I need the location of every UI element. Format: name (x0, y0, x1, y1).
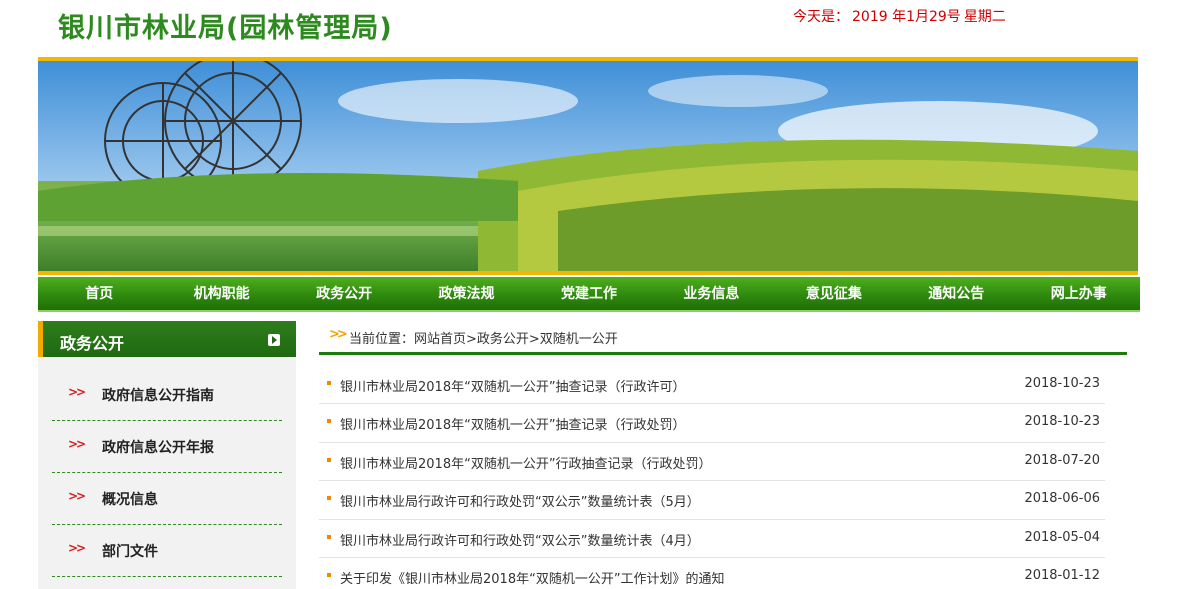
sidebar-item-overview[interactable]: >> 概况信息 (52, 473, 282, 525)
article-title[interactable]: 银川市林业局2018年“双随机一公开”抽查记录（行政处罚） (340, 414, 686, 433)
double-arrow-icon: >> (68, 385, 86, 399)
nav-policies[interactable]: 政策法规 (405, 277, 527, 310)
article-title[interactable]: 银川市林业局行政许可和行政处罚“双公示”数量统计表（5月） (340, 491, 700, 510)
date-prefix: 今天是： (793, 9, 849, 25)
bullet-icon (327, 457, 331, 462)
weekday: 星期二 (963, 9, 1006, 25)
article-date: 2018-05-04 (1024, 529, 1100, 545)
sidebar-item-label: 部门文件 (102, 544, 158, 560)
list-item[interactable]: 银川市林业局行政许可和行政处罚“双公示”数量统计表（5月） 2018-06-06 (319, 481, 1105, 520)
article-title[interactable]: 银川市林业局2018年“双随机一公开”抽查记录（行政许可） (340, 376, 686, 395)
sidebar-header: 政务公开 (38, 321, 296, 357)
double-arrow-icon: >> (68, 489, 86, 503)
article-date: 2018-10-23 (1024, 414, 1100, 430)
nav-online-services[interactable]: 网上办事 (1018, 277, 1140, 310)
site-title: 银川市林业局(园林管理局) (58, 13, 393, 44)
list-item[interactable]: 银川市林业局2018年“双随机一公开”抽查记录（行政许可） 2018-10-23 (319, 366, 1105, 405)
nav-organization[interactable]: 机构职能 (160, 277, 282, 310)
sidebar-item-label: 政府信息公开年报 (102, 440, 214, 456)
sidebar-item-label: 概况信息 (102, 492, 158, 508)
sidebar-item-disclosure-guide[interactable]: >> 政府信息公开指南 (52, 369, 282, 421)
sidebar-item-department-docs[interactable]: >> 部门文件 (52, 525, 282, 577)
article-list: 银川市林业局2018年“双随机一公开”抽查记录（行政许可） 2018-10-23… (319, 366, 1105, 589)
list-item[interactable]: 关于印发《银川市林业局2018年“双随机一公开”工作计划》的通知 2018-01… (319, 558, 1105, 589)
sidebar-item-annual-report[interactable]: >> 政府信息公开年报 (52, 421, 282, 473)
article-title[interactable]: 银川市林业局2018年“双随机一公开”行政抽查记录（行政处罚） (340, 453, 712, 472)
nav-government-affairs[interactable]: 政务公开 (283, 277, 405, 310)
breadcrumb-text: 当前位置：网站首页>政务公开>双随机一公开 (349, 332, 618, 347)
date-display: 今天是： 2019 年1月29号 星期二 (793, 6, 1009, 26)
article-title[interactable]: 银川市林业局行政许可和行政处罚“双公示”数量统计表（4月） (340, 530, 700, 549)
main-nav: 首页 机构职能 政务公开 政策法规 党建工作 业务信息 意见征集 通知公告 网上… (38, 277, 1140, 312)
double-chevron-icon: >> (329, 327, 348, 342)
list-item[interactable]: 银川市林业局2018年“双随机一公开”抽查记录（行政处罚） 2018-10-23 (319, 404, 1105, 443)
banner-image (38, 57, 1138, 275)
play-arrow-icon[interactable] (268, 334, 280, 346)
breadcrumb: >> 当前位置：网站首页>政务公开>双随机一公开 (319, 322, 1127, 355)
sidebar-item-label: 政府信息公开指南 (102, 388, 214, 404)
sidebar-title: 政务公开 (60, 334, 125, 353)
list-item[interactable]: 银川市林业局2018年“双随机一公开”行政抽查记录（行政处罚） 2018-07-… (319, 443, 1105, 482)
nav-notices[interactable]: 通知公告 (895, 277, 1017, 310)
nav-business-info[interactable]: 业务信息 (650, 277, 772, 310)
article-date: 2018-06-06 (1024, 491, 1100, 507)
bullet-icon (327, 572, 331, 577)
list-item[interactable]: 银川市林业局行政许可和行政处罚“双公示”数量统计表（4月） 2018-05-04 (319, 520, 1105, 558)
article-date: 2018-07-20 (1024, 452, 1100, 468)
bullet-icon (327, 534, 331, 539)
nav-home[interactable]: 首页 (38, 277, 160, 310)
bullet-icon (327, 419, 331, 424)
nav-party-building[interactable]: 党建工作 (528, 277, 650, 310)
article-title[interactable]: 关于印发《银川市林业局2018年“双随机一公开”工作计划》的通知 (340, 568, 725, 587)
article-date: 2018-01-12 (1024, 567, 1100, 583)
date-value: 2019 年1月29号 (852, 9, 961, 25)
sidebar: 政务公开 >> 政府信息公开指南 >> 政府信息公开年报 >> 概况信息 >> … (38, 321, 296, 589)
nav-opinions[interactable]: 意见征集 (773, 277, 895, 310)
bullet-icon (327, 496, 331, 501)
bullet-icon (327, 381, 331, 385)
article-date: 2018-10-23 (1024, 376, 1100, 391)
double-arrow-icon: >> (68, 437, 86, 451)
sidebar-menu: >> 政府信息公开指南 >> 政府信息公开年报 >> 概况信息 >> 部门文件 (38, 369, 296, 577)
double-arrow-icon: >> (68, 541, 86, 555)
